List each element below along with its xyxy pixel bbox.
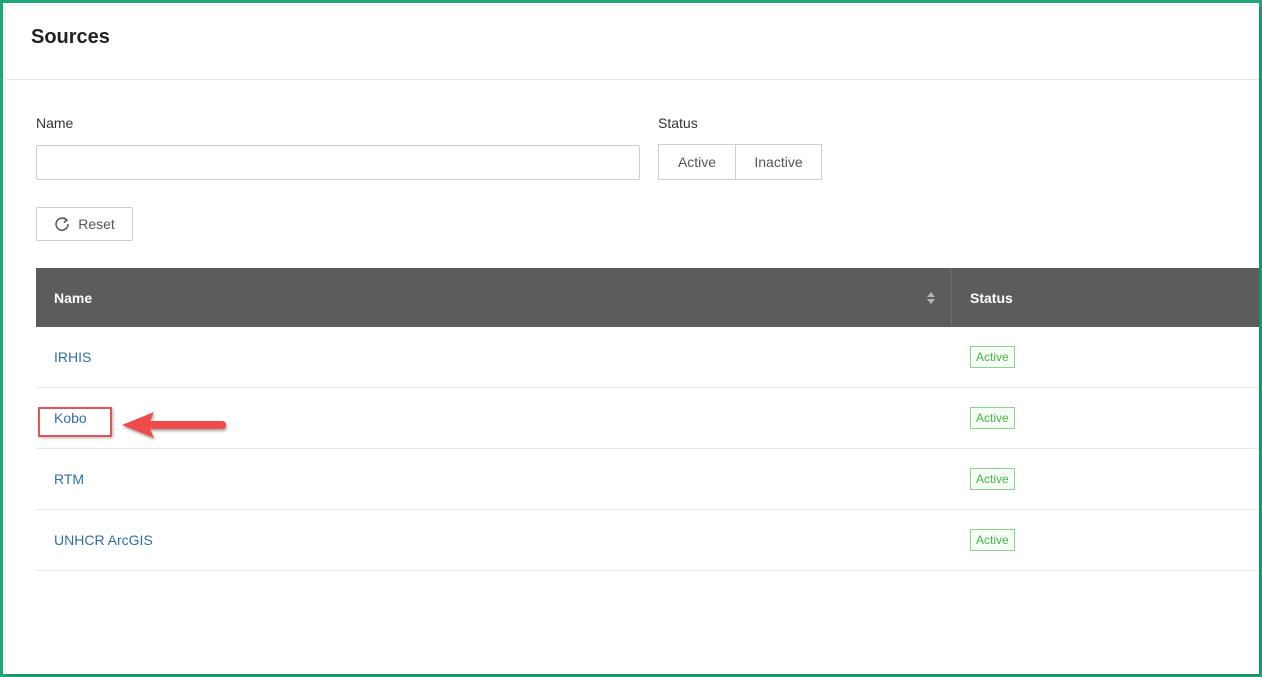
status-filter-label: Status [658, 115, 698, 131]
arrow-left-icon [122, 412, 226, 438]
status-filter-group: Active Inactive [658, 144, 822, 180]
page-title: Sources [31, 26, 110, 48]
annotation-highlight-box [38, 407, 112, 437]
status-badge: Active [970, 346, 1015, 368]
name-filter-input[interactable] [36, 145, 640, 180]
source-link-irhis[interactable]: IRHIS [54, 349, 91, 365]
status-filter-inactive-button[interactable]: Inactive [736, 145, 821, 179]
sources-page: Sources Name Status Active Inactive Rese… [6, 6, 1259, 674]
status-badge: Active [970, 529, 1015, 551]
status-badge: Active [970, 468, 1015, 490]
header-divider [6, 79, 1259, 80]
sort-icon[interactable] [927, 291, 935, 304]
reset-button-label: Reset [78, 216, 115, 232]
column-header-name-label: Name [54, 289, 93, 306]
refresh-icon [55, 216, 69, 231]
screenshot-frame: Sources Name Status Active Inactive Rese… [0, 0, 1262, 677]
source-link-unhcr-arcgis[interactable]: UNHCR ArcGIS [54, 532, 153, 548]
name-filter-label: Name [36, 115, 74, 131]
column-header-status: Status [970, 289, 1013, 306]
reset-button[interactable]: Reset [36, 207, 133, 241]
table-header: Name Status [36, 268, 1259, 327]
table-row: IRHIS Active [36, 327, 1259, 388]
source-link-rtm[interactable]: RTM [54, 471, 84, 487]
table-row: UNHCR ArcGIS Active [36, 510, 1259, 571]
column-header-name[interactable]: Name [36, 268, 952, 327]
table-row: RTM Active [36, 449, 1259, 510]
status-filter-active-button[interactable]: Active [659, 145, 736, 179]
status-badge: Active [970, 407, 1015, 429]
